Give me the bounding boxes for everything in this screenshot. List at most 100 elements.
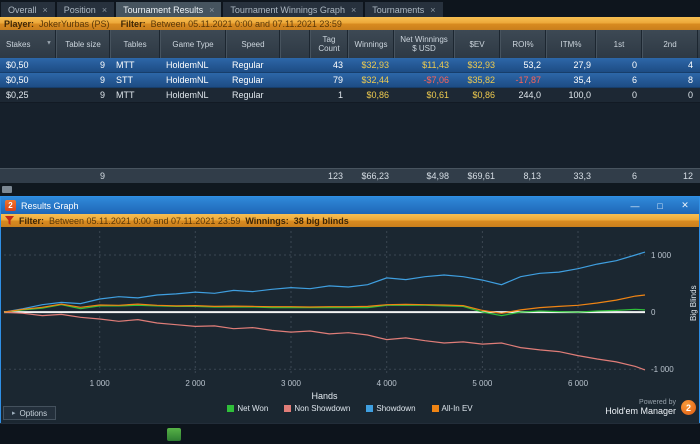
tab-label: Tournament Results bbox=[123, 4, 204, 15]
graph-area: 1 000 2 000 3 000 4 000 5 000 6 000 Hands 1 0… bbox=[1, 227, 699, 423]
cell-table-size: 9 bbox=[99, 75, 105, 85]
cell-itm: 35,4 bbox=[573, 75, 591, 85]
showdown-swatch-icon bbox=[366, 405, 374, 412]
legend-label: All-In EV bbox=[441, 404, 473, 413]
legend-showdown[interactable]: Showdown bbox=[366, 404, 416, 413]
cell-tag-count: 1 bbox=[337, 90, 343, 100]
cell-roi: 244,0 bbox=[518, 90, 541, 100]
tab-label: Tournament Winnings Graph bbox=[230, 4, 345, 15]
cell-net-winnings: -$7,06 bbox=[423, 75, 449, 85]
header-game-type[interactable]: Game Type bbox=[160, 30, 226, 58]
tab-tournament-results[interactable]: Tournament Results × bbox=[116, 2, 222, 17]
tab-close-icon[interactable]: × bbox=[102, 5, 107, 15]
header-net-winnings[interactable]: Net Winnings $ USD bbox=[394, 30, 454, 58]
x-tick: 1 000 bbox=[89, 379, 110, 388]
y-axis-label: Big Blinds bbox=[689, 285, 698, 321]
header-table-size[interactable]: Table size bbox=[56, 30, 110, 58]
cell-table-size: 9 bbox=[99, 90, 105, 100]
horizontal-scrollbar[interactable] bbox=[0, 183, 700, 196]
cell-game-type: HoldemNL bbox=[166, 60, 209, 70]
graph-filter-label: Filter: bbox=[19, 215, 45, 226]
tab-tournament-winnings-graph[interactable]: Tournament Winnings Graph × bbox=[223, 2, 364, 17]
tab-overall[interactable]: Overall × bbox=[1, 2, 55, 17]
total-roi: 8,13 bbox=[523, 171, 541, 181]
cell-2nd: 4 bbox=[687, 60, 693, 70]
cell-tag-count: 79 bbox=[332, 75, 343, 85]
winnings-label: Winnings: bbox=[245, 215, 289, 226]
legend-all-in-ev[interactable]: All-In EV bbox=[431, 404, 473, 413]
header-itm[interactable]: ITM% bbox=[546, 30, 596, 58]
header-1st[interactable]: 1st bbox=[596, 30, 642, 58]
table-row[interactable]: $0,25 9 MTT HoldemNL Regular 1 $0,86 $0,… bbox=[0, 88, 700, 103]
header-roi[interactable]: ROI% bbox=[500, 30, 546, 58]
player-filter-bar: Player: JokerYurbas (PS) Filter: Between… bbox=[0, 17, 700, 30]
header-ev[interactable]: $EV bbox=[454, 30, 500, 58]
table-body: $0,50 9 MTT HoldemNL Regular 43 $32,93 $… bbox=[0, 58, 700, 103]
x-tick: 5 000 bbox=[472, 379, 493, 388]
x-tick: 4 000 bbox=[376, 379, 397, 388]
close-button[interactable]: ✕ bbox=[675, 199, 695, 212]
cell-tables: STT bbox=[116, 75, 133, 85]
tab-close-icon[interactable]: × bbox=[209, 5, 214, 15]
cell-stakes: $0,50 bbox=[6, 75, 29, 85]
hm2-app-icon: 2 bbox=[5, 200, 16, 211]
winnings-value: 38 big blinds bbox=[293, 215, 349, 226]
cell-game-type: HoldemNL bbox=[166, 90, 209, 100]
cell-winnings: $0,86 bbox=[366, 90, 389, 100]
popup-titlebar[interactable]: 2 Results Graph — □ ✕ bbox=[1, 197, 699, 214]
maximize-button[interactable]: □ bbox=[650, 199, 670, 212]
totals-row: 9 123 $66,23 $4,98 $69,61 8,13 33,3 6 12 bbox=[0, 168, 700, 183]
x-axis-label: Hands bbox=[311, 391, 338, 401]
header-tables[interactable]: Tables bbox=[110, 30, 160, 58]
options-button[interactable]: ▸ Options bbox=[3, 406, 57, 420]
tab-close-icon[interactable]: × bbox=[43, 5, 48, 15]
tab-tournaments[interactable]: Tournaments × bbox=[365, 2, 443, 17]
non-showdown-swatch-icon bbox=[284, 405, 292, 412]
popup-title: Results Graph bbox=[21, 200, 79, 211]
table-header: Stakes ▼ Table size Tables Game Type Spee… bbox=[0, 30, 700, 58]
results-graph-window: 2 Results Graph — □ ✕ Filter: Between 05… bbox=[0, 196, 700, 423]
header-speed[interactable]: Speed bbox=[226, 30, 280, 58]
table-row[interactable]: $0,50 9 MTT HoldemNL Regular 43 $32,93 $… bbox=[0, 58, 700, 73]
tab-label: Overall bbox=[8, 4, 37, 15]
app-window: Overall × Position × Tournament Results × T… bbox=[0, 0, 700, 444]
cell-ev: $0,86 bbox=[472, 90, 495, 100]
cell-ev: $35,82 bbox=[467, 75, 495, 85]
header-2nd[interactable]: 2nd bbox=[642, 30, 698, 58]
legend-net-won[interactable]: Net Won bbox=[227, 404, 268, 413]
total-itm: 33,3 bbox=[573, 171, 591, 181]
taskbar-app-icon[interactable] bbox=[167, 428, 181, 441]
cell-net-winnings: $0,61 bbox=[426, 90, 449, 100]
cell-game-type: HoldemNL bbox=[166, 75, 209, 85]
x-axis-ticks: 1 000 2 000 3 000 4 000 5 000 6 000 bbox=[4, 379, 645, 389]
cell-2nd: 8 bbox=[687, 75, 693, 85]
total-ev: $69,61 bbox=[467, 171, 495, 181]
tab-close-icon[interactable]: × bbox=[430, 5, 435, 15]
header-stakes[interactable]: Stakes ▼ bbox=[0, 30, 56, 58]
x-tick: 2 000 bbox=[185, 379, 206, 388]
cell-winnings: $32,44 bbox=[361, 75, 389, 85]
options-label: Options bbox=[19, 408, 48, 418]
tab-label: Tournaments bbox=[372, 4, 425, 15]
cell-stakes: $0,50 bbox=[6, 60, 29, 70]
graph-filter-value: Between 05.11.2021 0:00 and 07.11.2021 2… bbox=[49, 215, 241, 226]
cell-net-winnings: $11,43 bbox=[422, 60, 449, 70]
legend-non-showdown[interactable]: Non Showdown bbox=[284, 404, 350, 413]
powered-by-text: Powered by bbox=[639, 399, 676, 406]
filter-dropdown-icon[interactable]: ▼ bbox=[46, 40, 52, 49]
taskbar bbox=[0, 423, 700, 444]
total-tag-count: 123 bbox=[327, 171, 343, 181]
x-tick: 3 000 bbox=[280, 379, 302, 388]
cell-1st: 6 bbox=[631, 75, 637, 85]
cell-winnings: $32,93 bbox=[361, 60, 389, 70]
header-label: Stakes bbox=[6, 39, 31, 49]
minimize-button[interactable]: — bbox=[625, 199, 645, 212]
tab-close-icon[interactable]: × bbox=[351, 5, 356, 15]
table-row[interactable]: $0,50 9 STT HoldemNL Regular 79 $32,44 -… bbox=[0, 73, 700, 88]
cell-2nd: 0 bbox=[687, 90, 693, 100]
header-winnings[interactable]: Winnings bbox=[348, 30, 394, 58]
header-tag-count[interactable]: Tag Count bbox=[310, 30, 348, 58]
tab-position[interactable]: Position × bbox=[56, 2, 115, 17]
graph-legend: Net Won Non Showdown Showdown All-In EV bbox=[1, 404, 699, 413]
scrollbar-thumb[interactable] bbox=[2, 186, 12, 193]
